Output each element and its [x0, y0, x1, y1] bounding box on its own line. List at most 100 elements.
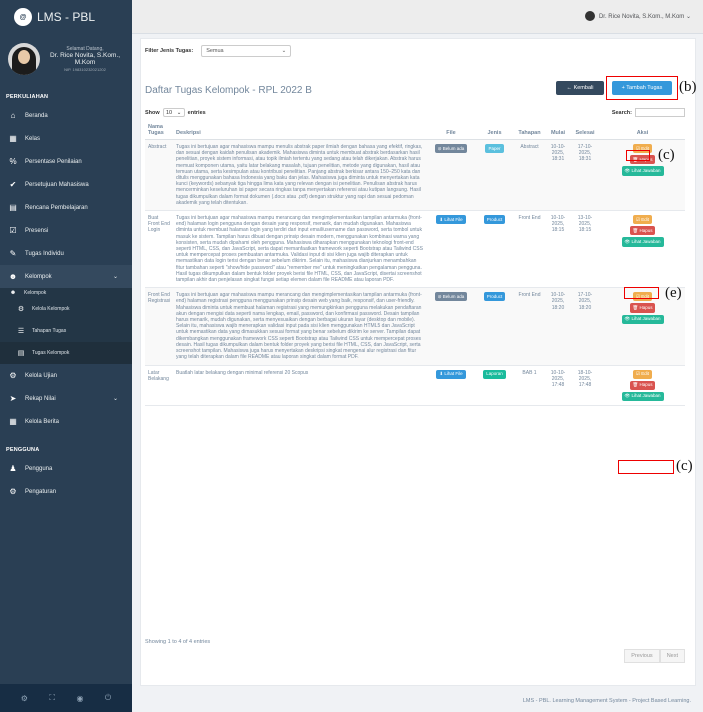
- edit-button[interactable]: ☑ Edit: [632, 369, 653, 379]
- view-answer-button[interactable]: 👁 Lihat Jawaban: [621, 166, 664, 176]
- sidebar-item-persetujuan-mahasiswa[interactable]: ✔ Persetujuan Mahasiswa: [0, 173, 132, 196]
- end-date: 17-10-2025, 18:20: [570, 287, 600, 366]
- end-date: 17-10-2025, 18:31: [570, 139, 600, 212]
- sidebar-item-rekap-nilai[interactable]: ➤ Rekap Nilai ⌄: [0, 387, 132, 410]
- sidebar-item-label: Tugas Kelompok: [32, 350, 70, 356]
- column-header[interactable]: Jenis: [476, 121, 513, 140]
- task-name: Front End Registrasi: [145, 287, 173, 366]
- sidebar-item-label: Rekap Nilai: [25, 395, 56, 402]
- actions-cell: ☑ Edit 🗑 Hapus 👁 Lihat Jawaban: [600, 210, 685, 289]
- view-answer-button[interactable]: 👁 Lihat Jawaban: [621, 391, 664, 402]
- home-icon: ⌂: [10, 111, 16, 120]
- sidebar-item-persentase-penilaian[interactable]: % Persentase Penilaian: [0, 150, 132, 173]
- sidebar-item-kelola-kelompok[interactable]: ⚙ Kelola Kelompok: [0, 298, 132, 320]
- topbar: Dr. Rice Novita, S.Kom., M.Kom ⌄: [132, 0, 703, 34]
- sidebar-item-label: Kelompok: [25, 273, 52, 280]
- stage: Front End: [513, 210, 546, 289]
- section-perkuliahan: PERKULIAHAN: [6, 94, 49, 100]
- sidebar-item-tugas-individu[interactable]: ✎ Tugas Individu: [0, 242, 132, 265]
- search-input[interactable]: [635, 108, 685, 117]
- checkbox-icon: ☑: [9, 226, 17, 235]
- edit-button[interactable]: ☑ Edit: [632, 215, 653, 225]
- task-name: Latar Belakang: [145, 365, 173, 407]
- filter-select[interactable]: Semua ⌄: [201, 45, 292, 57]
- sidebar-item-beranda[interactable]: ⌂ Beranda: [0, 104, 132, 127]
- chevron-down-icon: ⌄: [281, 48, 287, 54]
- view-answer-button[interactable]: 👁 Lihat Jawaban: [621, 314, 664, 324]
- main-panel: Filter Jenis Tugas: Semua ⌄ Daftar Tugas…: [140, 38, 697, 686]
- sidebar-footer: ⚙ ⛶ ◉ ⏻: [0, 684, 132, 712]
- sidebar-item-tahapan-tugas[interactable]: ☰ Tahapan Tugas: [0, 320, 132, 342]
- sidebar-item-pengguna[interactable]: ♟ Pengguna: [0, 457, 132, 480]
- sidebar-item-pengaturan[interactable]: ⚙ Pengaturan: [0, 480, 132, 503]
- column-header[interactable]: Nama Tugas: [145, 121, 173, 140]
- menu-icon: ➤: [9, 394, 17, 403]
- sidebar-item-label: Tugas Individu: [25, 250, 64, 257]
- logout-icon[interactable]: ⏻: [105, 693, 111, 703]
- view-file-button[interactable]: ⬇ Lihat File: [436, 369, 466, 379]
- chevron-down-icon: ⌄: [176, 109, 182, 116]
- fullscreen-icon[interactable]: ⛶: [49, 693, 55, 703]
- entries-select[interactable]: 10 ⌄: [162, 108, 185, 117]
- delete-button[interactable]: 🗑 Hapus: [629, 226, 656, 236]
- start-date: 10-10-2025, 18:15: [546, 210, 570, 289]
- task-description: Tugas ini bertujuan agar mahasiswa mampu…: [173, 210, 426, 289]
- menu-icon: ☰: [17, 328, 25, 335]
- column-header[interactable]: Tahapan: [513, 121, 546, 140]
- view-answer-button[interactable]: 👁 Lihat Jawaban: [621, 237, 664, 247]
- sidebar-item-presensi[interactable]: ☑ Presensi: [0, 219, 132, 242]
- no-file-badge: ⊘ Belum ada: [434, 292, 468, 302]
- back-button[interactable]: ← Kembali: [556, 81, 604, 95]
- actions-cell: ☑ Edit 🗑 Hapus 👁 Lihat Jawaban: [600, 365, 685, 407]
- section-pengguna: PENGGUNA: [6, 447, 40, 453]
- type-badge: Product: [483, 215, 506, 225]
- sidebar-item-label: Persentase Penilaian: [25, 158, 82, 165]
- column-header[interactable]: Mulai: [546, 121, 570, 140]
- sidebar-item-kelola-ujian[interactable]: ⚙ Kelola Ujian: [0, 364, 132, 387]
- previous-button[interactable]: Previous: [624, 649, 660, 663]
- view-file-button[interactable]: ⬇ Lihat File: [436, 215, 466, 225]
- sidebar-item-label: Tahapan Tugas: [32, 328, 67, 334]
- task-description: Tugas ini bertujuan agar mahasiswa mampu…: [173, 139, 426, 212]
- column-header[interactable]: Aksi: [600, 121, 685, 140]
- sidebar-item-label: Persetujuan Mahasiswa: [25, 181, 89, 188]
- sidebar: @ LMS - PBL Selamat Datang, Dr. Rice Nov…: [0, 0, 132, 712]
- delete-button[interactable]: 🗑 Hapus: [629, 380, 656, 390]
- start-date: 10-10-2025, 18:20: [546, 287, 570, 366]
- annotation-label-c1: (c): [658, 147, 675, 163]
- next-button[interactable]: Next: [659, 649, 685, 663]
- lock-icon[interactable]: ◉: [76, 694, 83, 703]
- sidebar-item-label: Kelola Berita: [25, 418, 60, 425]
- column-header[interactable]: Selesai: [570, 121, 600, 140]
- brand-name: LMS - PBL: [37, 10, 96, 24]
- brand[interactable]: @ LMS - PBL: [0, 0, 132, 34]
- sidebar-item-rencana-pembelajaran[interactable]: ▤ Rencana Pembelajaran: [0, 196, 132, 219]
- sidebar-item-kelas[interactable]: ▦ Kelas: [0, 127, 132, 150]
- chevron-down-icon: ⌄: [112, 274, 118, 280]
- column-header[interactable]: File: [426, 121, 476, 140]
- subnav-header[interactable]: ☻ Kelompok: [0, 288, 132, 298]
- users-icon: ☻: [8, 272, 18, 281]
- check-icon: ✔: [9, 180, 17, 189]
- profile: Selamat Datang, Dr. Rice Novita, S.Kom.,…: [0, 34, 132, 84]
- chevron-down-icon: ⌄: [112, 396, 118, 402]
- footer: LMS - PBL. Learning Management System - …: [522, 698, 691, 704]
- sidebar-item-kelola-berita[interactable]: ▦ Kelola Berita: [0, 410, 132, 433]
- sidebar-item-kelompok[interactable]: ☻ Kelompok ⌄: [0, 265, 132, 288]
- menu-icon: ⚙: [9, 487, 17, 496]
- menu-icon: ⚙: [9, 371, 17, 380]
- delete-button[interactable]: 🗑 Hapus: [629, 303, 656, 313]
- stage: Front End: [513, 287, 546, 366]
- table-row: Abstract Tugas ini bertujuan agar mahasis…: [145, 139, 685, 212]
- user-menu[interactable]: Dr. Rice Novita, S.Kom., M.Kom ⌄: [584, 11, 691, 21]
- sidebar-item-label: Pengaturan: [25, 488, 57, 495]
- task-name: Abstract: [145, 139, 173, 212]
- start-date: 10-10-2025, 17:48: [546, 365, 570, 407]
- settings-icon[interactable]: ⚙: [21, 694, 28, 703]
- annotation-box-e: [624, 287, 659, 299]
- sidebar-item-tugas-kelompok[interactable]: ▤ Tugas Kelompok: [0, 342, 132, 364]
- column-header[interactable]: Deskripsi: [173, 121, 426, 140]
- task-table: Nama Tugas Deskripsi File Jenis Tahapan Mulai…: [145, 121, 685, 407]
- edit-icon: ✎: [9, 249, 17, 258]
- sidebar-item-label: Rencana Pembelajaran: [25, 204, 88, 211]
